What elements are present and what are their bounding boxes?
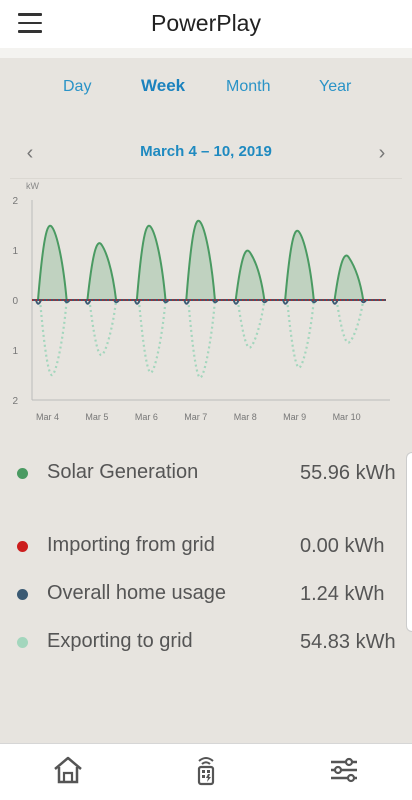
- legend-dot: [17, 541, 28, 552]
- export-to-grid-line: [335, 299, 365, 344]
- tab-day[interactable]: Day: [63, 78, 91, 96]
- tab-month[interactable]: Month: [226, 78, 270, 96]
- header-divider: [0, 48, 412, 58]
- y-tick-label: 1: [12, 346, 18, 357]
- y-tick-label: 2: [12, 196, 18, 207]
- y-tick-label: 2: [12, 396, 18, 407]
- solar-generation-area: [86, 242, 118, 301]
- date-range-label: March 4 – 10, 2019: [140, 143, 272, 160]
- legend-value: 54.83 kWh: [300, 631, 396, 653]
- app-bar: PowerPlay: [0, 0, 412, 48]
- app-title: PowerPlay: [151, 10, 261, 36]
- export-to-grid-line: [286, 299, 315, 369]
- x-tick-label: Mar 8: [234, 412, 257, 422]
- solar-generation-area: [185, 219, 217, 301]
- settings-sliders-icon[interactable]: [328, 754, 360, 786]
- x-tick-label: Mar 6: [135, 412, 158, 422]
- x-tick-label: Mar 5: [85, 412, 108, 422]
- legend-label: Overall home usage: [47, 582, 226, 604]
- home-icon[interactable]: [52, 754, 84, 786]
- chevron-right-icon[interactable]: ›: [372, 142, 392, 165]
- bottom-navigation: [0, 743, 412, 800]
- tab-week[interactable]: Week: [141, 76, 185, 96]
- legend-value: 0.00 kWh: [300, 535, 385, 557]
- export-to-grid-line: [187, 299, 217, 379]
- export-to-grid-line: [236, 299, 266, 349]
- solar-generation-area: [333, 254, 365, 301]
- period-tabs: Day Week Month Year: [0, 76, 412, 102]
- legend-value: 1.24 kWh: [300, 583, 385, 605]
- x-tick-label: Mar 4: [36, 412, 59, 422]
- solar-generation-area: [284, 229, 315, 301]
- legend-dot: [17, 589, 28, 600]
- legend-label: Exporting to grid: [47, 630, 193, 652]
- legend-value: 55.96 kWh: [300, 462, 396, 484]
- solar-generation-area: [135, 224, 167, 301]
- side-drawer-handle[interactable]: [406, 452, 412, 632]
- power-chart-svg: kW 2 1 0 1 2 Mar 4 Mar 5 Mar 6 Mar 7 Mar 8 Mar 9 Mar…: [10, 177, 402, 422]
- solar-generation-area: [36, 224, 68, 301]
- power-chart: kW 2 1 0 1 2 Mar 4 Mar 5 Mar 6 Mar 7 Mar 8 Mar 9 Mar…: [10, 177, 402, 430]
- x-tick-label: Mar 9: [283, 412, 306, 422]
- x-tick-label: Mar 7: [184, 412, 207, 422]
- tab-year[interactable]: Year: [319, 78, 351, 96]
- legend-label: Solar Generation: [47, 461, 199, 483]
- y-tick-label: 1: [12, 246, 18, 257]
- date-navigator: ‹ March 4 – 10, 2019 ›: [0, 142, 412, 164]
- solar-generation-area: [234, 249, 266, 301]
- export-to-grid-line: [38, 299, 68, 377]
- x-tick-label: Mar 10: [333, 412, 361, 422]
- export-to-grid-line: [137, 299, 167, 374]
- y-unit-label: kW: [26, 181, 40, 191]
- legend-label: Importing from grid: [47, 534, 215, 556]
- legend-dot: [17, 468, 28, 479]
- y-tick-label: 0: [12, 296, 18, 307]
- export-to-grid-line: [88, 299, 118, 357]
- legend-dot: [17, 637, 28, 648]
- meter-icon[interactable]: [190, 754, 222, 786]
